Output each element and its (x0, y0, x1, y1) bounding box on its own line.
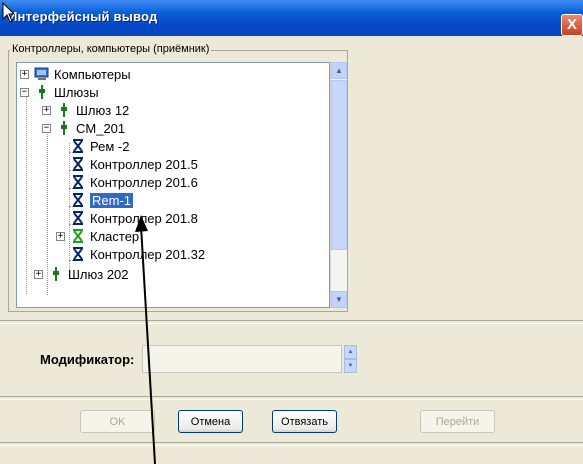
annotation-arrow-icon (135, 215, 156, 464)
mouse-cursor-icon (2, 2, 16, 23)
